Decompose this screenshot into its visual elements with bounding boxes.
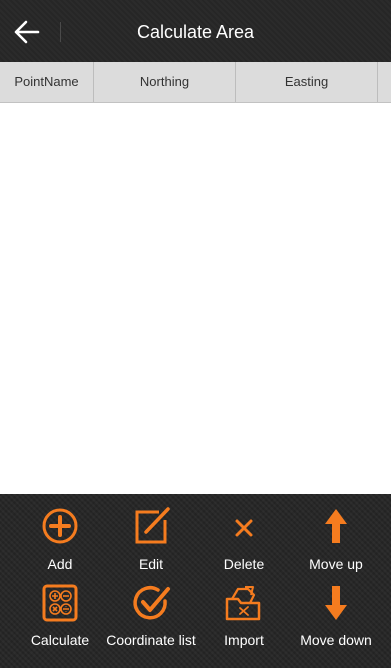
- calculate-label: Calculate: [30, 632, 90, 648]
- edit-label: Edit: [138, 556, 164, 572]
- move-down-button[interactable]: Move down: [290, 583, 382, 668]
- column-header-easting[interactable]: Easting: [236, 62, 378, 102]
- import-label: Import: [224, 632, 264, 648]
- check-circle-icon: [133, 586, 170, 620]
- coordinate-list-label: Coordinate list: [106, 632, 196, 648]
- add-button[interactable]: Add: [14, 506, 106, 576]
- coordinate-list-button[interactable]: Coordinate list: [105, 583, 197, 668]
- edit-square-icon: [135, 507, 170, 544]
- move-up-label: Move up: [309, 556, 363, 572]
- add-label: Add: [47, 556, 73, 572]
- delete-label: Delete: [223, 556, 265, 572]
- edit-button[interactable]: Edit: [105, 506, 197, 576]
- table-header: PointName Northing Easting: [0, 62, 391, 103]
- calculate-button[interactable]: Calculate: [14, 583, 106, 668]
- delete-button[interactable]: Delete: [198, 506, 290, 576]
- page-title: Calculate Area: [136, 22, 255, 42]
- arrow-up-icon: [325, 509, 347, 543]
- column-header-pointname[interactable]: PointName: [0, 62, 94, 102]
- import-folder-icon: [225, 586, 261, 621]
- move-down-label: Move down: [300, 632, 372, 648]
- point-list[interactable]: [0, 103, 391, 494]
- arrow-down-icon: [325, 586, 347, 620]
- title-bar: Calculate Area: [0, 0, 391, 62]
- calculator-icon: [42, 584, 78, 622]
- import-button[interactable]: Import: [198, 583, 290, 668]
- column-header-extra[interactable]: [378, 62, 391, 102]
- plus-circle-icon: [42, 508, 78, 544]
- move-up-button[interactable]: Move up: [290, 506, 382, 576]
- close-x-icon: [235, 519, 253, 537]
- column-header-northing[interactable]: Northing: [94, 62, 236, 102]
